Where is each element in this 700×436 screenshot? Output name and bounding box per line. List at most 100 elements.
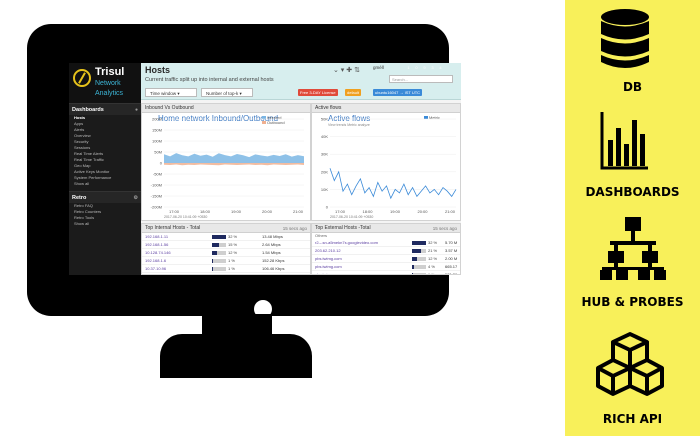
context-badge[interactable]: default <box>345 89 362 96</box>
app-logo[interactable]: Trisul Network Analytics <box>69 63 141 103</box>
host-name-link[interactable]: pbs.twimg.com <box>315 271 342 274</box>
x-tick-label: 18:00 <box>362 209 373 214</box>
host-name-link[interactable]: 10.37.10.96 <box>145 265 166 273</box>
feature-label: DASHBOARDS <box>585 185 680 199</box>
home-icon[interactable]: ● <box>135 107 138 113</box>
share-bar <box>212 243 226 247</box>
traffic-value: 152.28 Kbps <box>262 258 285 263</box>
y-tick-label: 0 <box>160 161 163 166</box>
host-name-link[interactable]: r2---sn-a5mekn7s.googlevideo.com <box>315 239 378 247</box>
y-tick-label: -150M <box>151 194 162 199</box>
y-tick-label: -50M <box>153 172 162 177</box>
share-bar-fill <box>212 243 219 247</box>
y-tick-label: 40K <box>321 134 328 139</box>
panel-age: 15 secs ago <box>282 226 307 231</box>
user-menu[interactable]: gméll <box>373 65 384 70</box>
search-input[interactable]: Search... <box>389 75 453 83</box>
share-percent: 21 % <box>428 248 438 253</box>
host-name-link[interactable]: 192.168.1.56 <box>145 241 168 249</box>
share-percent: 1 % <box>228 258 235 263</box>
table-row[interactable]: 192.168.1.11 32 % 13.48 Mbps <box>142 233 310 241</box>
y-tick-label: -200M <box>151 205 162 210</box>
chart-date: 2017-06-20 10:41:09 +0530 <box>330 215 373 219</box>
y-tick-label: -100M <box>151 183 162 188</box>
series-line-metric <box>329 168 457 200</box>
share-percent: 4 % <box>428 264 435 269</box>
y-tick-label: 30K <box>321 152 328 157</box>
host-name-link[interactable]: pbs.twimg.com <box>315 263 342 271</box>
chart-date: 2017-06-20 10:41:09 +0530 <box>164 215 207 219</box>
sidebar-section-retro[interactable]: Retro ⚙ <box>69 191 141 203</box>
share-bar <box>212 235 226 239</box>
table-row[interactable]: pbs.twimg.com 1 % 571.29 <box>312 271 460 275</box>
topk-dropdown[interactable]: Number of top-k ▾ <box>201 88 253 97</box>
host-badge[interactable]: ubuntu16047 → IST UTC <box>373 89 423 96</box>
share-bar <box>412 273 426 274</box>
y-tick-label: 10K <box>321 187 328 192</box>
y-tick-label: 20K <box>321 169 328 174</box>
table-row[interactable]: 10.128.74.146 12 % 1.54 Mbps <box>142 249 310 257</box>
share-percent: 12 % <box>428 256 438 261</box>
notification-badge-orange[interactable]: 0 <box>413 64 420 71</box>
x-tick-label: 18:00 <box>200 209 211 214</box>
notification-badge-red[interactable]: 1 <box>405 64 412 71</box>
traffic-value: 571.29 <box>445 272 458 275</box>
traffic-value: 665.17 <box>445 264 458 269</box>
traffic-value: 5.70 M <box>445 240 458 245</box>
x-tick-label: 21:00 <box>293 209 304 214</box>
traffic-value: 2.00 M <box>445 256 458 261</box>
share-percent: 1 % <box>428 272 435 275</box>
share-bar-fill <box>412 249 422 253</box>
host-name-link[interactable]: 192.168.1.11 <box>145 233 168 241</box>
feature-db: DB <box>565 8 700 98</box>
monitor: Trisul Network Analytics Dashboards ● Ho… <box>27 24 461 318</box>
share-bar-fill <box>412 265 414 269</box>
share-percent: 32 % <box>428 240 438 245</box>
topk-label: Number of top-k <box>206 91 239 96</box>
traffic-value: 3.57 M <box>445 248 458 253</box>
y-tick-label: 150M <box>152 128 162 133</box>
table-row[interactable]: 10.37.10.96 1 % 106.46 Kbps <box>142 265 310 273</box>
monitor-stand <box>160 334 312 378</box>
table-row[interactable]: pbs.twimg.com 12 % 2.00 M <box>312 255 460 263</box>
host-name-link[interactable]: 203.62.210.12 <box>315 247 341 255</box>
notification-badge-purple[interactable]: 4 <box>437 64 444 71</box>
nav-arrows[interactable]: ⌄ ▾ ✚ ⇅ <box>333 66 360 74</box>
database-icon <box>601 9 649 68</box>
table-row[interactable]: 203.62.210.12 21 % 3.57 M <box>312 247 460 255</box>
settings-icon[interactable]: ⚙ <box>134 195 138 201</box>
table-row[interactable]: r2---sn-a5mekn7s.googlevideo.com 32 % 5.70… <box>312 239 460 247</box>
time-window-dropdown[interactable]: Time window ▾ <box>145 88 197 97</box>
logo-subtitle-1: Network <box>95 80 121 87</box>
sidebar-section-dashboards[interactable]: Dashboards ● <box>69 103 141 115</box>
external-hosts-panel: Top External Hosts -Total 15 secs ago Ot… <box>311 223 461 275</box>
header: Hosts Current traffic split up into inte… <box>141 63 461 100</box>
feature-hub-probes: HUB & PROBES <box>565 215 700 310</box>
license-badge[interactable]: Free 3-DAY License <box>298 89 338 96</box>
host-name-link[interactable]: 10.128.74.146 <box>145 249 171 257</box>
share-bar <box>212 259 226 263</box>
share-percent: 32 % <box>228 234 238 239</box>
host-name-link[interactable]: pbs.twimg.com <box>315 255 342 263</box>
external-hosts-table: r2---sn-a5mekn7s.googlevideo.com 32 % 5.70… <box>312 239 460 275</box>
logo-title: Trisul <box>95 66 125 78</box>
host-name-link[interactable]: 192.168.1.6 <box>145 257 166 265</box>
monitor-neck <box>202 314 272 336</box>
bar-chart-icon <box>600 112 648 170</box>
notification-badge-blue[interactable]: 9 <box>421 64 428 71</box>
x-tick-label: 20:00 <box>262 209 273 214</box>
table-row[interactable]: pbs.twimg.com 4 % 665.17 <box>312 263 460 271</box>
panel-title: Top Internal Hosts - Total <box>145 225 201 231</box>
table-row[interactable]: 192.168.1.6 1 % 152.28 Kbps <box>142 257 310 265</box>
table-row[interactable]: 192.168.1.56 15 % 2.64 Mbps <box>142 241 310 249</box>
share-bar <box>412 241 426 245</box>
flows-chart: 50K 40K 30K 20K 10K 0 17:00 18:00 19:00 20:00 21:0… <box>321 117 457 219</box>
y-tick-label: 50K <box>321 117 328 122</box>
sidebar-item-retro-show-all[interactable]: Show all <box>69 221 141 227</box>
y-tick-label: 200M <box>152 117 162 122</box>
share-percent: 1 % <box>228 266 235 271</box>
cubes-icon <box>596 332 664 396</box>
traffic-value: 2.64 Mbps <box>262 242 281 247</box>
panel-header: Top External Hosts -Total 15 secs ago <box>312 224 460 233</box>
notification-badge-green[interactable]: 3 <box>429 64 436 71</box>
